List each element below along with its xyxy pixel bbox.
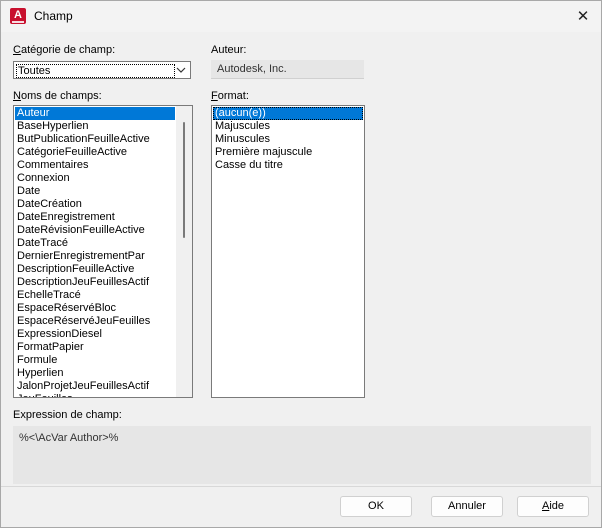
list-item[interactable]: Connexion [15,172,175,185]
format-label: Format: [211,90,249,102]
list-item[interactable]: Date [15,185,175,198]
list-item[interactable]: DateRévisionFeuilleActive [15,224,175,237]
help-button[interactable]: Aide [517,496,589,517]
close-icon[interactable]: ✕ [570,4,596,28]
list-item[interactable]: Formule [15,354,175,367]
autocad-app-icon: A [10,8,26,24]
list-item[interactable]: Hyperlien [15,367,175,380]
list-item[interactable]: ExpressionDiesel [15,328,175,341]
list-item[interactable]: DateEnregistrement [15,211,175,224]
list-item[interactable]: Casse du titre [213,159,363,172]
chevron-down-icon[interactable] [174,63,188,77]
title-bar: A Champ ✕ [1,1,601,32]
list-item[interactable]: Minuscules [213,133,363,146]
list-item[interactable]: ButPublicationFeuilleActive [15,133,175,146]
list-item[interactable]: DescriptionJeuFeuillesActif [15,276,175,289]
author-label: Auteur: [211,44,247,56]
list-item[interactable]: DescriptionFeuilleActive [15,263,175,276]
list-item[interactable]: FormatPapier [15,341,175,354]
list-item[interactable]: EspaceRéservéJeuFeuilles [15,315,175,328]
field-names-scrollbar[interactable] [176,106,192,397]
window-title: Champ [34,9,73,23]
field-names-label: Noms de champs: [13,90,102,102]
field-names-list[interactable]: Auteur BaseHyperlien ButPublicationFeuille… [13,105,193,398]
author-value: Autodesk, Inc. [211,60,364,79]
list-item[interactable]: DernierEnregistrementPar [15,250,175,263]
expression-value: %<\AcVar Author>% [13,426,591,484]
list-item[interactable]: JalonProjetJeuFeuillesActif [15,380,175,393]
scrollbar-thumb[interactable] [183,122,185,238]
expression-label: Expression de champ: [13,409,122,421]
ok-button[interactable]: OK [340,496,412,517]
field-dialog: A Champ ✕ Catégorie de champ: Toutes Aut… [0,0,602,528]
list-item[interactable]: DateCréation [15,198,175,211]
list-item[interactable]: Auteur [15,107,175,120]
list-item[interactable]: Commentaires [15,159,175,172]
list-item[interactable]: CatégorieFeuilleActive [15,146,175,159]
list-item[interactable]: (aucun(e)) [213,107,363,120]
format-list[interactable]: (aucun(e)) Majuscules Minuscules Première m… [211,105,365,398]
category-dropdown[interactable]: Toutes [13,61,191,79]
list-item[interactable]: EspaceRéservéBloc [15,302,175,315]
list-item[interactable]: JeuFeuilles [15,393,175,397]
list-item[interactable]: EchelleTracé [15,289,175,302]
list-item[interactable]: Majuscules [213,120,363,133]
list-item[interactable]: DateTracé [15,237,175,250]
list-item[interactable]: Première majuscule [213,146,363,159]
cancel-button[interactable]: Annuler [431,496,503,517]
category-label: Catégorie de champ: [13,44,116,56]
list-item[interactable]: BaseHyperlien [15,120,175,133]
category-selected-value: Toutes [16,64,175,78]
button-separator [1,486,601,487]
